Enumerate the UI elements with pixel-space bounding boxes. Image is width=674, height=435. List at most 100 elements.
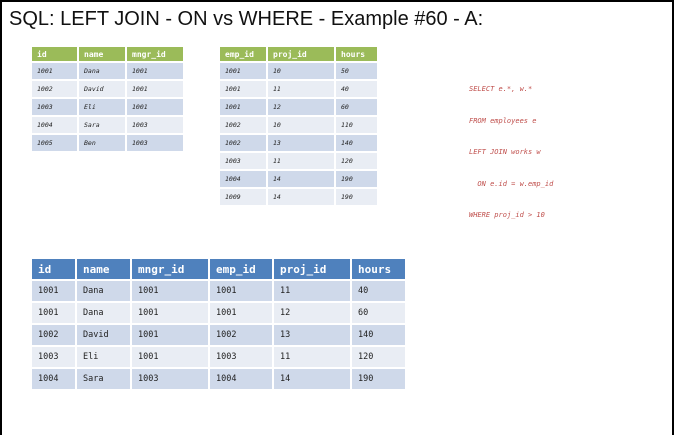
table-cell: David bbox=[79, 81, 125, 97]
table-cell: 190 bbox=[336, 189, 377, 205]
table-cell: 1001 bbox=[210, 281, 272, 301]
table-cell: 1004 bbox=[220, 171, 266, 187]
table-cell: 11 bbox=[274, 347, 350, 367]
table-cell: 1004 bbox=[210, 369, 272, 389]
table-cell: 14 bbox=[268, 189, 334, 205]
table-cell: Sara bbox=[79, 117, 125, 133]
column-header: hours bbox=[336, 47, 377, 61]
column-header: proj_id bbox=[268, 47, 334, 61]
table-cell: 1001 bbox=[132, 347, 208, 367]
table-cell: 1002 bbox=[220, 117, 266, 133]
slide-title: SQL: LEFT JOIN - ON vs WHERE - Example #… bbox=[9, 8, 484, 30]
table-cell: 40 bbox=[352, 281, 405, 301]
table-cell: 1004 bbox=[32, 117, 77, 133]
table-cell: 11 bbox=[268, 153, 334, 169]
table-row: 1009 14 190 bbox=[220, 189, 377, 205]
table-cell: 1004 bbox=[32, 369, 75, 389]
table-cell: Dana bbox=[77, 303, 130, 323]
table-row: 1004 Sara 1003 bbox=[32, 117, 183, 133]
table-cell: 1001 bbox=[210, 303, 272, 323]
table-cell: 1002 bbox=[220, 135, 266, 151]
table-cell: 1003 bbox=[132, 369, 208, 389]
table-cell: 11 bbox=[274, 281, 350, 301]
table-cell: 120 bbox=[352, 347, 405, 367]
column-header: id bbox=[32, 259, 75, 279]
table-cell: Eli bbox=[77, 347, 130, 367]
table-cell: 40 bbox=[336, 81, 377, 97]
table-row: 1002 David 1001 bbox=[32, 81, 183, 97]
table-cell: 12 bbox=[274, 303, 350, 323]
table-row: 1004 14 190 bbox=[220, 171, 377, 187]
column-header: name bbox=[79, 47, 125, 61]
table-cell: 60 bbox=[336, 99, 377, 115]
table-cell: 13 bbox=[268, 135, 334, 151]
table-row: 1001 11 40 bbox=[220, 81, 377, 97]
table-row: 1003 Eli 1001 bbox=[32, 99, 183, 115]
table-cell: 1001 bbox=[132, 281, 208, 301]
table-cell: 1003 bbox=[127, 117, 183, 133]
works-table: emp_id proj_id hours 1001 10 50 1001 11 40 1001 12… bbox=[218, 45, 379, 207]
table-cell: 140 bbox=[336, 135, 377, 151]
table-cell: 1001 bbox=[127, 63, 183, 79]
table-row: 1002 10 110 bbox=[220, 117, 377, 133]
table-cell: 1001 bbox=[220, 63, 266, 79]
table-row: 1001 Dana 1001 bbox=[32, 63, 183, 79]
table-cell: Eli bbox=[79, 99, 125, 115]
table-cell: 10 bbox=[268, 117, 334, 133]
table-cell: Dana bbox=[79, 63, 125, 79]
header-row: id name mngr_id bbox=[32, 47, 183, 61]
sql-line: FROM employees e bbox=[469, 116, 537, 125]
table-cell: 190 bbox=[336, 171, 377, 187]
sql-line: SELECT e.*, w.* bbox=[469, 85, 533, 93]
table-cell: 1001 bbox=[32, 63, 77, 79]
sql-line: WHERE proj_id > 10 bbox=[469, 211, 545, 219]
table-cell: 14 bbox=[274, 369, 350, 389]
table-row: 1003 Eli 1001 1003 11 120 bbox=[32, 347, 405, 367]
table-row: 1002 David 1001 1002 13 140 bbox=[32, 325, 405, 345]
table-cell: 1002 bbox=[32, 325, 75, 345]
sql-query: SELECT e.*, w.* FROM employees e LEFT JO… bbox=[469, 63, 553, 231]
table-row: 1001 12 60 bbox=[220, 99, 377, 115]
table-cell: 1003 bbox=[32, 347, 75, 367]
table-cell: 140 bbox=[352, 325, 405, 345]
table-cell: 11 bbox=[268, 81, 334, 97]
table-cell: 190 bbox=[352, 369, 405, 389]
table-cell: 14 bbox=[268, 171, 334, 187]
table-cell: 1005 bbox=[32, 135, 77, 151]
column-header: mngr_id bbox=[127, 47, 183, 61]
table-cell: 1001 bbox=[132, 303, 208, 323]
table-cell: 1001 bbox=[132, 325, 208, 345]
table-row: 1003 11 120 bbox=[220, 153, 377, 169]
table-cell: 13 bbox=[274, 325, 350, 345]
table-cell: 1003 bbox=[127, 135, 183, 151]
table-row: 1001 Dana 1001 1001 12 60 bbox=[32, 303, 405, 323]
table-cell: 120 bbox=[336, 153, 377, 169]
table-row: 1004 Sara 1003 1004 14 190 bbox=[32, 369, 405, 389]
table-cell: 1001 bbox=[32, 303, 75, 323]
header-row: emp_id proj_id hours bbox=[220, 47, 377, 61]
table-row: 1001 Dana 1001 1001 11 40 bbox=[32, 281, 405, 301]
table-cell: 10 bbox=[268, 63, 334, 79]
table-row: 1005 Ben 1003 bbox=[32, 135, 183, 151]
column-header: id bbox=[32, 47, 77, 61]
table-cell: 1003 bbox=[210, 347, 272, 367]
column-header: name bbox=[77, 259, 130, 279]
table-cell: 1002 bbox=[210, 325, 272, 345]
table-cell: 110 bbox=[336, 117, 377, 133]
table-cell: 1003 bbox=[220, 153, 266, 169]
header-row: id name mngr_id emp_id proj_id hours bbox=[32, 259, 405, 279]
table-cell: 1009 bbox=[220, 189, 266, 205]
table-cell: David bbox=[77, 325, 130, 345]
sql-line: LEFT JOIN works w bbox=[469, 148, 541, 156]
table-cell: Dana bbox=[77, 281, 130, 301]
table-cell: 1002 bbox=[32, 81, 77, 97]
table-cell: 50 bbox=[336, 63, 377, 79]
table-cell: 60 bbox=[352, 303, 405, 323]
table-row: 1002 13 140 bbox=[220, 135, 377, 151]
column-header: hours bbox=[352, 259, 405, 279]
table-cell: Sara bbox=[77, 369, 130, 389]
sql-line: ON e.id = w.emp_id bbox=[469, 179, 554, 188]
table-row: 1001 10 50 bbox=[220, 63, 377, 79]
table-cell: 12 bbox=[268, 99, 334, 115]
column-header: emp_id bbox=[210, 259, 272, 279]
